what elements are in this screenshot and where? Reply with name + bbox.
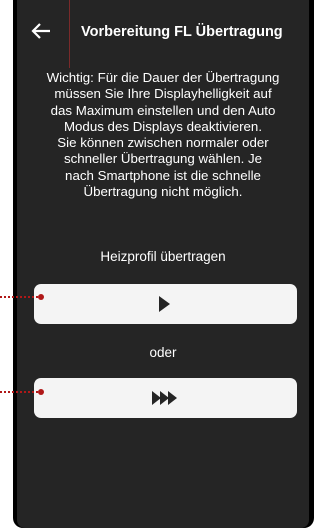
app-bar-divider bbox=[69, 0, 70, 68]
arrow-left-icon bbox=[31, 23, 50, 39]
annotation-dot-normal bbox=[38, 294, 44, 300]
play-icon bbox=[159, 296, 170, 312]
normal-transfer-button[interactable] bbox=[34, 284, 297, 324]
page-title: Vorbereitung FL Übertragung bbox=[81, 24, 283, 40]
fast-forward-icon bbox=[152, 391, 177, 405]
app-screen: Vorbereitung FL Übertragung Wichtig: Für… bbox=[17, 0, 309, 528]
back-button[interactable] bbox=[25, 16, 61, 48]
annotation-dot-fast bbox=[38, 389, 44, 395]
app-bar: Vorbereitung FL Übertragung bbox=[17, 0, 309, 68]
info-text: Wichtig: Für die Dauer der Übertragung m… bbox=[46, 70, 280, 200]
fast-transfer-button[interactable] bbox=[34, 378, 297, 418]
or-label: oder bbox=[149, 345, 177, 360]
section-label: Heizprofil übertragen bbox=[100, 249, 226, 264]
annotation-line-normal bbox=[0, 296, 38, 298]
annotation-line-fast bbox=[0, 391, 38, 393]
